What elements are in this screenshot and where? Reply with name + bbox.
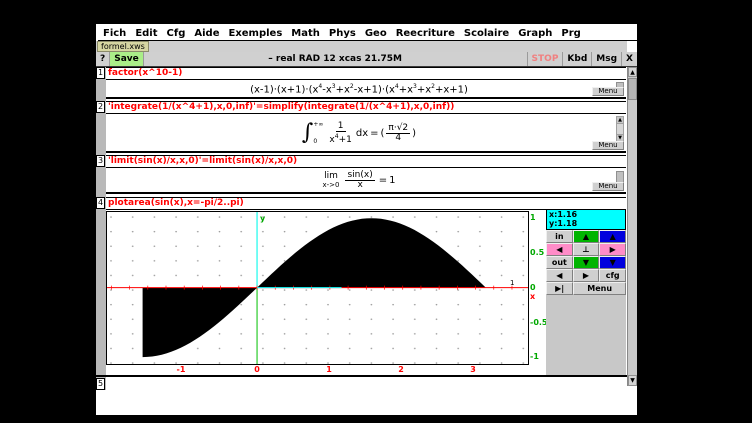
menu-scolaire[interactable]: Scolaire bbox=[464, 28, 509, 39]
status-text: – real RAD 12 xcas 21.75M bbox=[144, 52, 527, 66]
level-badge-2[interactable]: 2 bbox=[96, 101, 105, 113]
level-badge-3[interactable]: 3 bbox=[96, 155, 105, 167]
level-badge-4[interactable]: 4 bbox=[96, 197, 105, 209]
help-button[interactable]: ? bbox=[96, 52, 110, 66]
kbd-button[interactable]: Kbd bbox=[562, 52, 591, 66]
y-axis-label: y bbox=[260, 214, 266, 223]
pan-down-icon[interactable]: ▼ bbox=[573, 256, 600, 269]
step-left-icon[interactable]: ◀ bbox=[546, 269, 573, 282]
pan-left-pink-icon[interactable]: ◀ bbox=[546, 243, 573, 256]
menu-cfg[interactable]: Cfg bbox=[167, 28, 186, 39]
pan-up-icon[interactable]: ▲ bbox=[573, 230, 600, 243]
result-2: ∫ +∞0 1x4+1 dx = ( π·√24 ) ▲ ▼ Menu bbox=[106, 115, 626, 153]
y-tick: -1 bbox=[530, 352, 539, 361]
curve-label: 1 bbox=[510, 279, 514, 287]
result-3: limx->0 sin(x)x = 1 Menu bbox=[106, 169, 626, 194]
x-axis-label: x bbox=[530, 292, 535, 301]
tab-formel-xws[interactable]: formel.xws bbox=[97, 41, 149, 52]
close-button[interactable]: X bbox=[621, 52, 637, 66]
result-2-scrollbar[interactable]: ▲ ▼ bbox=[616, 116, 624, 142]
ortho-button[interactable]: ⊥ bbox=[573, 243, 600, 256]
zoom-out-button[interactable]: out bbox=[546, 256, 573, 269]
y-tick: -0.5 bbox=[530, 318, 548, 327]
menu-bar: Fich Edit Cfg Aide Exemples Math Phys Ge… bbox=[98, 26, 637, 41]
level-badge-1[interactable]: 1 bbox=[96, 67, 105, 79]
result-2-menu-button[interactable]: Menu bbox=[592, 141, 624, 150]
x-tick-labels: -1 0 1 2 3 bbox=[106, 365, 529, 375]
sin-area-plot: y 1 bbox=[107, 212, 528, 364]
command-input-3[interactable]: 'limit(sin(x)/x,x,0)'=limit(sin(x)/x,x,0… bbox=[106, 155, 626, 168]
rotate-down-icon[interactable]: ▼ bbox=[599, 256, 626, 269]
scrollbar-up-icon[interactable]: ▲ bbox=[628, 67, 637, 77]
integral-sign: ∫ bbox=[302, 122, 313, 144]
cursor-y-readout: y:1.18 bbox=[549, 219, 625, 228]
animate-button[interactable]: ▶| bbox=[546, 282, 573, 295]
toolbar: ? Save – real RAD 12 xcas 21.75M STOP Kb… bbox=[96, 52, 637, 67]
plot-menu-button[interactable]: Menu bbox=[573, 282, 626, 295]
xcas-window: Fich Edit Cfg Aide Exemples Math Phys Ge… bbox=[96, 24, 637, 415]
y-tick-labels: 1 0.5 0 -0.5 -1 x bbox=[530, 211, 546, 365]
menu-edit[interactable]: Edit bbox=[135, 28, 157, 39]
pan-right-pink-icon[interactable]: ▶ bbox=[599, 243, 626, 256]
level-badge-5[interactable]: 5 bbox=[96, 378, 105, 390]
menu-math[interactable]: Math bbox=[291, 28, 320, 39]
plot-pad: in ▲ ▲ ◀ ⊥ ▶ out ▼ ▼ ◀ ▶ cfg ▶| Menu bbox=[546, 230, 626, 295]
result-3-menu-button[interactable]: Menu bbox=[592, 182, 624, 191]
menu-aide[interactable]: Aide bbox=[194, 28, 219, 39]
cfg-button[interactable]: cfg bbox=[599, 269, 626, 282]
menu-prg[interactable]: Prg bbox=[561, 28, 580, 39]
menu-reecriture[interactable]: Reecriture bbox=[396, 28, 455, 39]
x-tick: 0 bbox=[254, 365, 260, 374]
scrollbar-down-icon[interactable]: ▼ bbox=[628, 375, 637, 386]
command-input-1[interactable]: factor(x^10-1) bbox=[106, 67, 626, 80]
menu-geo[interactable]: Geo bbox=[365, 28, 387, 39]
menu-graph[interactable]: Graph bbox=[518, 28, 552, 39]
y-tick: 1 bbox=[530, 213, 536, 222]
stop-button[interactable]: STOP bbox=[527, 52, 563, 66]
zoom-in-button[interactable]: in bbox=[546, 230, 573, 243]
scrollbar-thumb[interactable] bbox=[628, 78, 637, 100]
result-1-math: (x-1)·(x+1)·(x4-x3+x2-x+1)·(x4+x3+x2+x+1… bbox=[106, 81, 612, 97]
msg-button[interactable]: Msg bbox=[591, 52, 621, 66]
menu-fich[interactable]: Fich bbox=[103, 28, 126, 39]
scroll-up-icon[interactable]: ▲ bbox=[617, 117, 623, 124]
result-1: (x-1)·(x+1)·(x4-x3+x2-x+1)·(x4+x3+x2+x+1… bbox=[106, 81, 626, 99]
plot-canvas[interactable]: y 1 bbox=[106, 211, 529, 365]
x-tick: -1 bbox=[177, 365, 186, 374]
y-tick: 0.5 bbox=[530, 248, 544, 257]
rotate-up-icon[interactable]: ▲ bbox=[599, 230, 626, 243]
tab-row: formel.xws bbox=[96, 41, 627, 52]
scroll-down-icon[interactable]: ▼ bbox=[617, 134, 623, 141]
result-3-math: limx->0 sin(x)x = 1 bbox=[106, 169, 612, 192]
plot-control-panel: x:1.16 y:1.18 in ▲ ▲ ◀ ⊥ ▶ out ▼ ▼ ◀ ▶ bbox=[546, 209, 626, 375]
save-button[interactable]: Save bbox=[110, 52, 144, 66]
menu-exemples[interactable]: Exemples bbox=[228, 28, 282, 39]
menu-phys[interactable]: Phys bbox=[329, 28, 356, 39]
cursor-coordinates: x:1.16 y:1.18 bbox=[546, 209, 626, 230]
y-tick: 0 bbox=[530, 283, 536, 292]
command-input-2[interactable]: 'integrate(1/(x^4+1),x,0,inf)'=simplify(… bbox=[106, 101, 626, 114]
session-scrollbar[interactable]: ▲ ▼ bbox=[627, 67, 637, 386]
step-right-icon[interactable]: ▶ bbox=[573, 269, 600, 282]
entry-separator bbox=[96, 375, 627, 377]
cursor-x-readout: x:1.16 bbox=[549, 210, 625, 219]
result-1-menu-button[interactable]: Menu bbox=[592, 87, 624, 96]
x-tick: 2 bbox=[398, 365, 404, 374]
x-tick: 1 bbox=[326, 365, 332, 374]
x-tick: 3 bbox=[470, 365, 476, 374]
level-strip bbox=[96, 67, 106, 390]
result-2-math: ∫ +∞0 1x4+1 dx = ( π·√24 ) bbox=[106, 115, 612, 151]
